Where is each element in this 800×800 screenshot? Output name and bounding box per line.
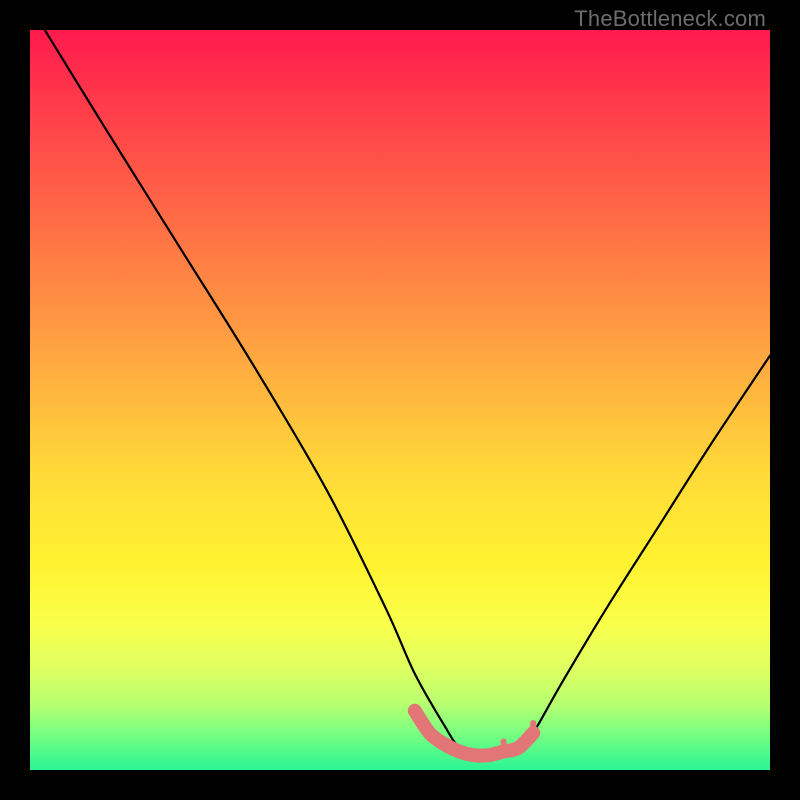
- valley-marker: [415, 711, 533, 756]
- bottleneck-curve: [45, 30, 770, 756]
- chart-svg: [30, 30, 770, 770]
- watermark-text: TheBottleneck.com: [574, 6, 766, 32]
- chart-frame: TheBottleneck.com: [0, 0, 800, 800]
- plot-area: [30, 30, 770, 770]
